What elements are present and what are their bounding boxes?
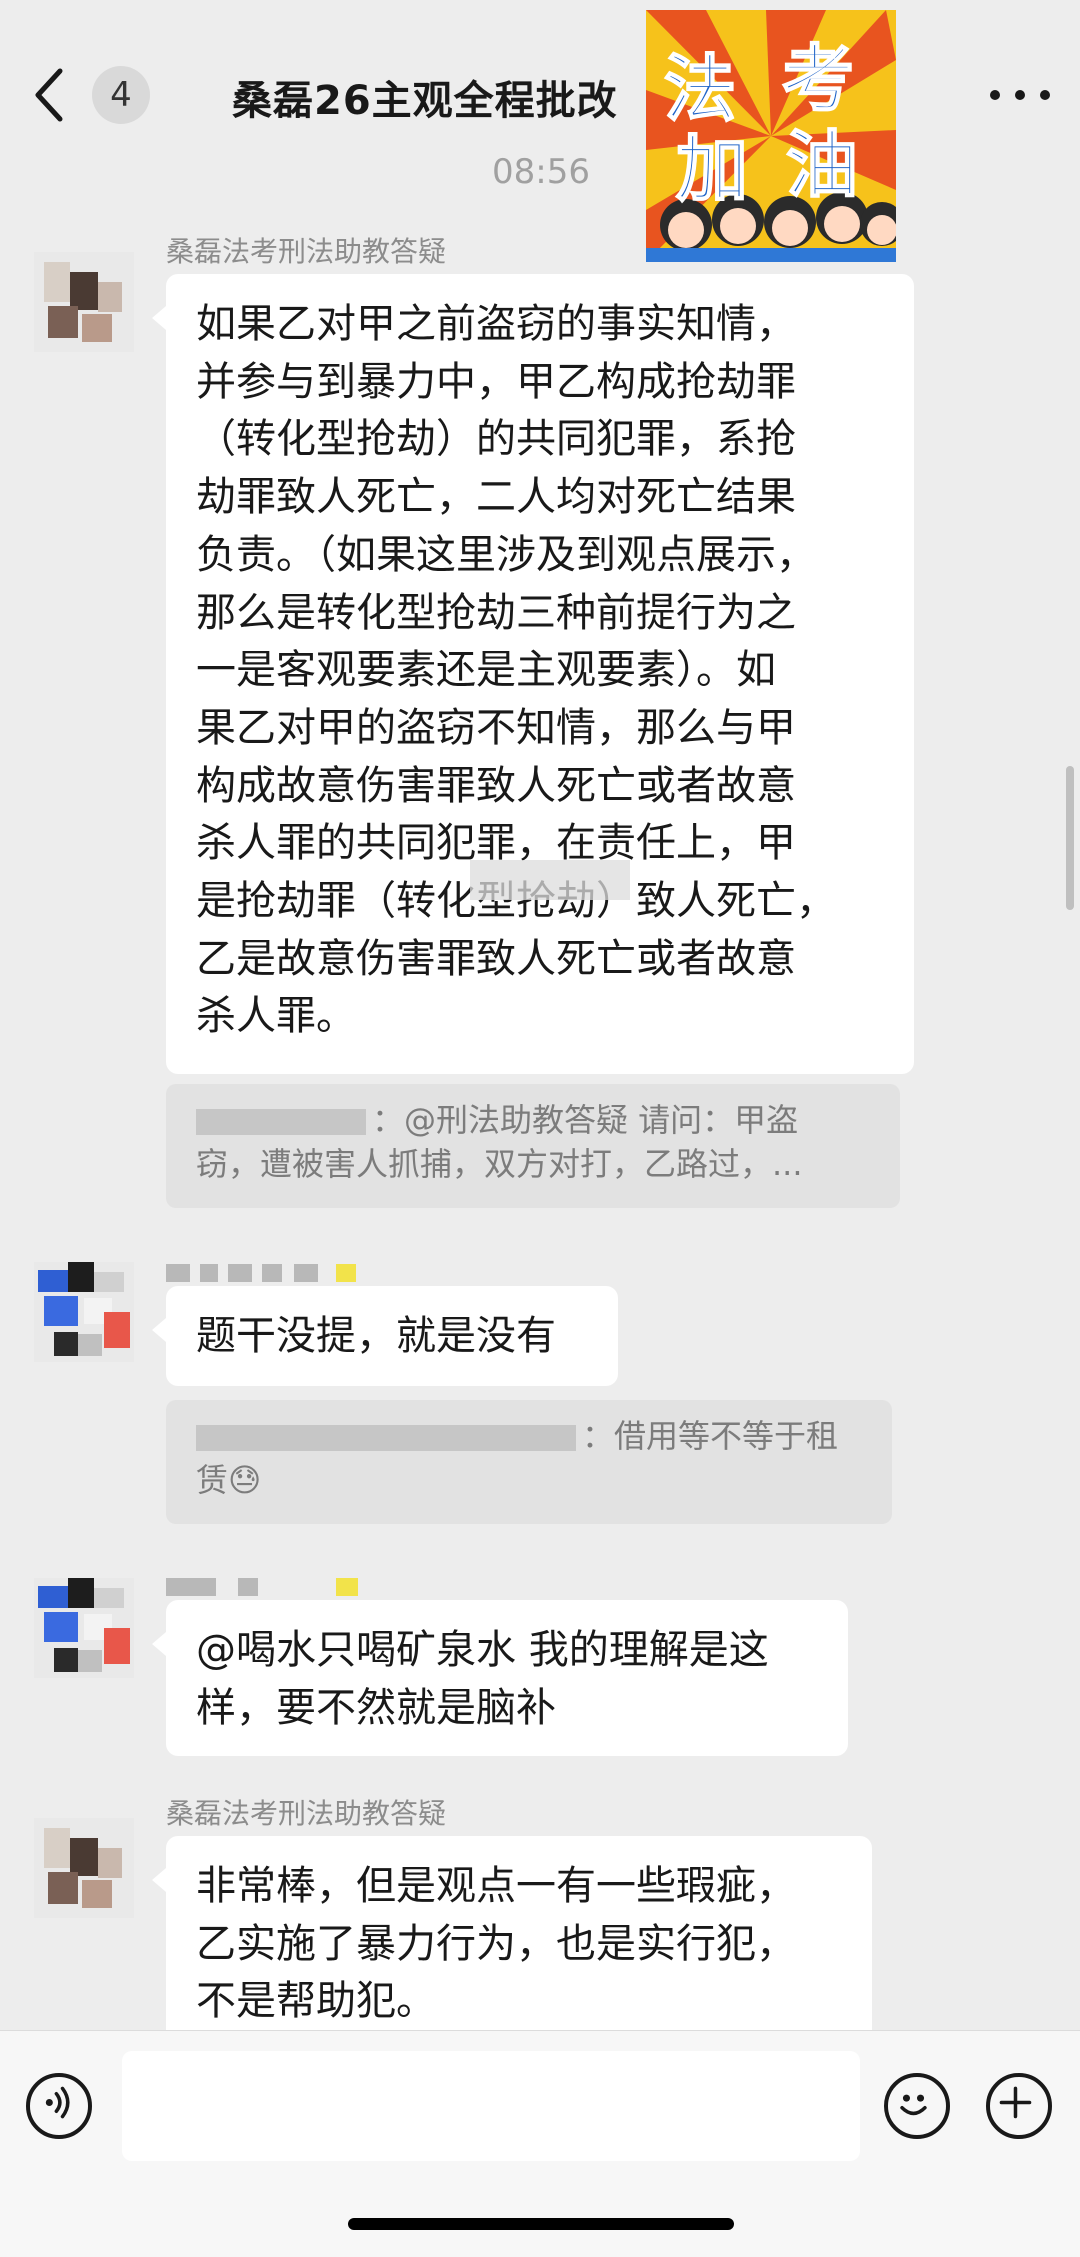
voice-button[interactable] xyxy=(26,2073,92,2139)
message-line: 构成故意伤害罪致人死亡或者故意 xyxy=(196,762,796,809)
avatar[interactable] xyxy=(34,1578,134,1678)
more-dot-icon xyxy=(1040,90,1050,100)
message-bubble[interactable]: 如果乙对甲之前盗窃的事实知情， 并参与到暴力中，甲乙构成抢劫罪 （转化型抢劫）的… xyxy=(152,274,914,1074)
quoted-message[interactable]: ：借用等不等于租 赁😓 xyxy=(166,1400,892,1524)
message-bubble[interactable]: @喝水只喝矿泉水 我的理解是这 样，要不然就是脑补 xyxy=(152,1600,848,1756)
avatar[interactable] xyxy=(34,1262,134,1362)
cheer-sticker: 法 考 加 油 xyxy=(646,10,896,262)
sticker-char: 油 xyxy=(785,122,859,208)
message-line: 劫罪致人死亡，二人均对死亡结果 xyxy=(196,474,796,521)
message-line: 并参与到暴力中，甲乙构成抢劫罪 xyxy=(196,358,796,405)
emoji-button[interactable] xyxy=(884,2073,950,2139)
blurred-name xyxy=(196,1109,366,1135)
quote-line: ：借用等不等于租 xyxy=(582,1417,839,1455)
message-line: 样，要不然就是脑补 xyxy=(196,1684,556,1731)
sender-name: 桑磊法考刑法助教答疑 xyxy=(166,235,447,268)
plus-button[interactable] xyxy=(986,2073,1052,2139)
message-line: 不是帮助犯。 xyxy=(196,1978,436,2025)
more-options-button[interactable] xyxy=(990,70,1050,120)
message-timestamp: 08:56 xyxy=(492,152,590,192)
message-line: 一是客观要素还是主观要素）。如 xyxy=(196,647,776,694)
unread-count-badge: 4 xyxy=(92,66,150,124)
quote-line: 窃，遭被害人抓捕，双方对打，乙路过，... xyxy=(196,1145,803,1183)
chat-header: 4 桑磊26主观全程批改 xyxy=(0,0,1080,150)
message-line: 杀人罪。 xyxy=(196,993,356,1040)
chat-title: 桑磊26主观全程批改 xyxy=(232,78,618,124)
blurred-name xyxy=(196,1425,576,1451)
message-line: （转化型抢劫）的共同犯罪，系抢 xyxy=(196,416,796,463)
message-line: 负责。（如果这里涉及到观点展示， xyxy=(196,531,816,578)
sender-name: 桑磊法考刑法助教答疑 xyxy=(166,1797,447,1830)
message-line: 乙实施了暴力行为，也是实行犯， xyxy=(196,1920,796,1967)
message-line: 如果乙对甲之前盗窃的事实知情， xyxy=(196,301,796,347)
sender-name-blurred xyxy=(166,1264,366,1282)
message-line: @喝水只喝矿泉水 我的理解是这 xyxy=(196,1627,769,1673)
sticker-char: 加 xyxy=(675,126,749,212)
quote-line: 赁😓 xyxy=(196,1461,262,1499)
voice-icon xyxy=(45,2086,70,2119)
quote-line: ：@刑法助教答疑 请问：甲盗 xyxy=(372,1101,799,1139)
back-button[interactable]: 4 xyxy=(30,60,190,130)
home-indicator[interactable] xyxy=(348,2218,734,2230)
smile-icon xyxy=(900,2094,927,2116)
quoted-message[interactable]: ：@刑法助教答疑 请问：甲盗 窃，遭被害人抓捕，双方对打，乙路过，... xyxy=(166,1084,900,1208)
message-bubble[interactable]: 题干没提，就是没有 xyxy=(152,1286,618,1386)
chevron-left-icon xyxy=(35,68,63,122)
scrollbar[interactable] xyxy=(1066,766,1074,910)
message-bubble[interactable]: 非常棒，但是观点一有一些瑕疵， 乙实施了暴力行为，也是实行犯， 不是帮助犯。 xyxy=(152,1836,872,2056)
avatar[interactable] xyxy=(34,1818,134,1918)
message-line: 果乙对甲的盗窃不知情，那么与甲 xyxy=(196,704,796,751)
avatar[interactable] xyxy=(34,252,134,352)
message-line: 非常棒，但是观点一有一些瑕疵， xyxy=(196,1863,796,1909)
message-line: 乙是故意伤害罪致人死亡或者故意 xyxy=(196,935,796,982)
message-input[interactable] xyxy=(122,2051,860,2161)
sender-name-blurred xyxy=(166,1578,366,1596)
more-dot-icon xyxy=(1015,90,1025,100)
plus-icon xyxy=(999,2086,1032,2119)
message-line: 那么是转化型抢劫三种前提行为之 xyxy=(196,589,796,636)
more-dot-icon xyxy=(990,90,1000,100)
image-watermark xyxy=(470,860,630,900)
